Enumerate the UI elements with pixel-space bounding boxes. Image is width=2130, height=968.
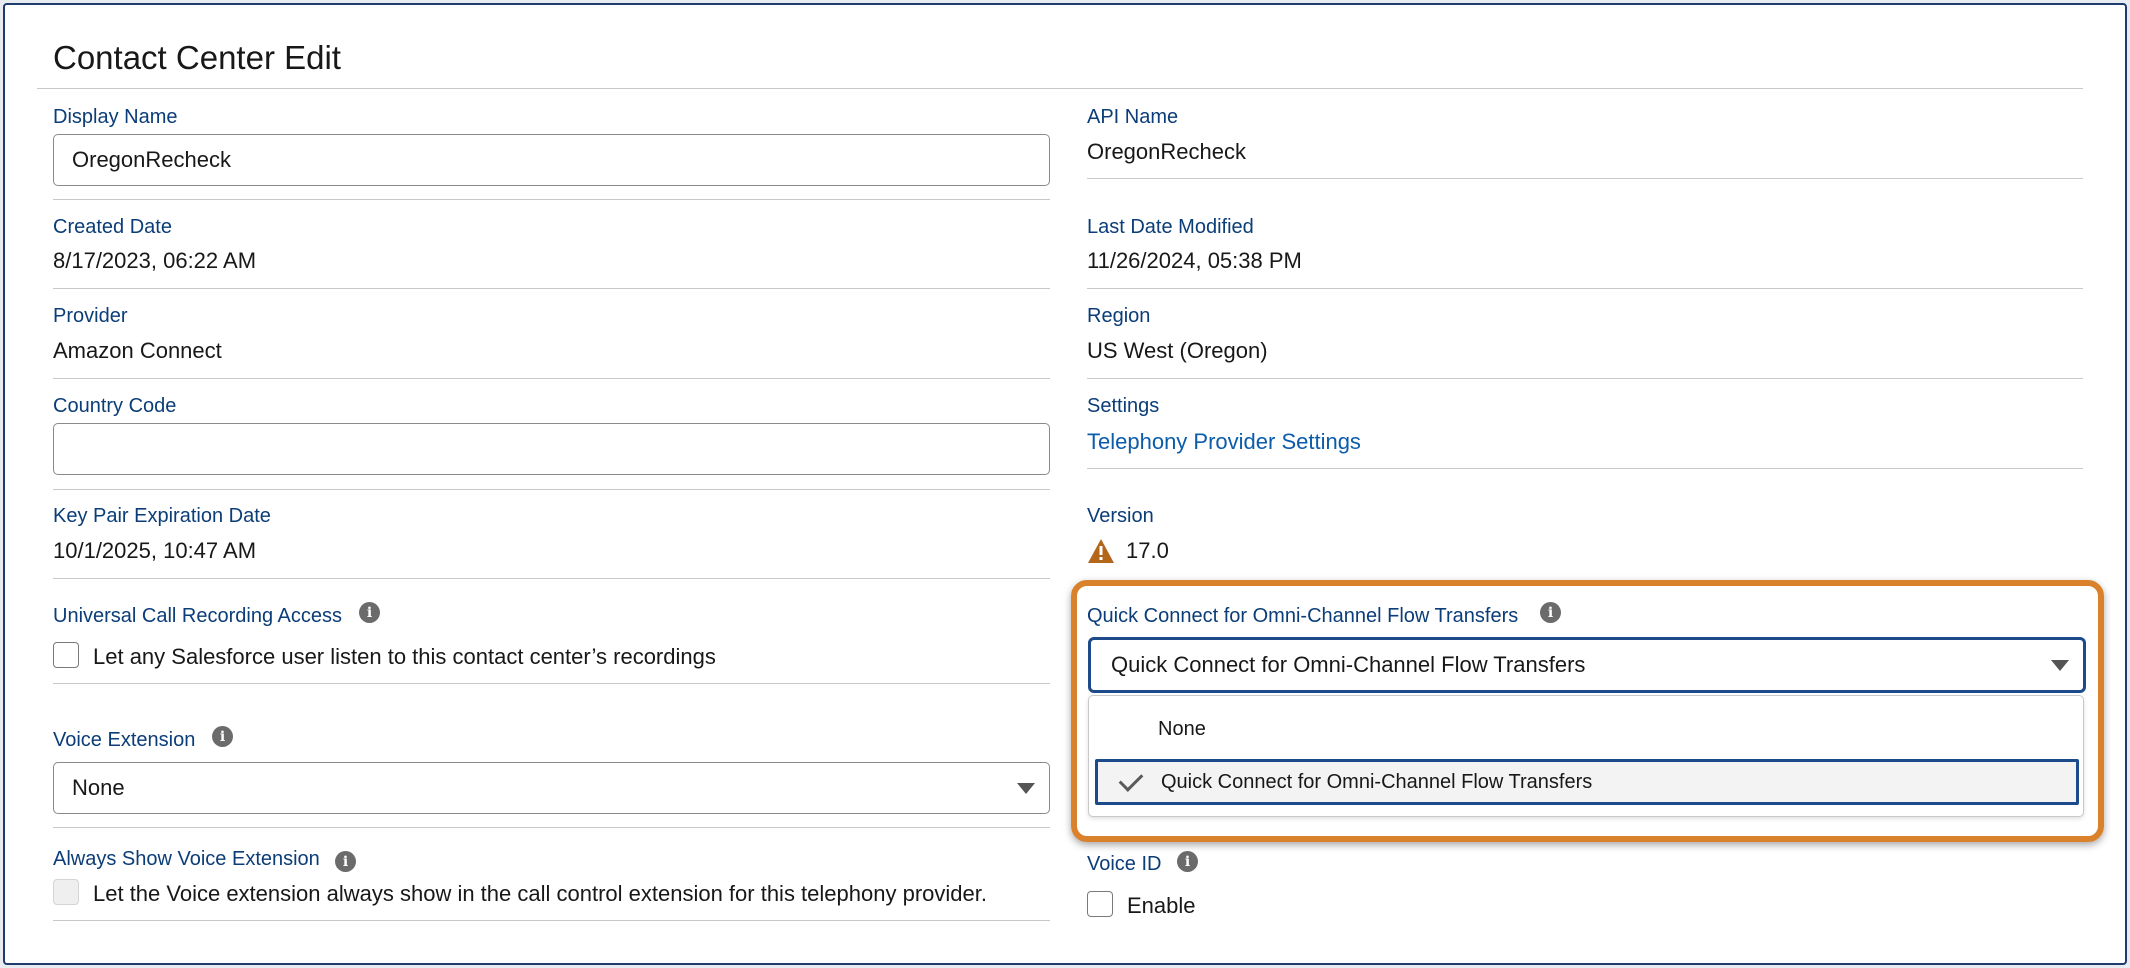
- voice-id-checkbox-label: Enable: [1127, 893, 1196, 918]
- warning-icon: [1088, 539, 1114, 563]
- voice-id-label: Voice ID: [1087, 853, 1162, 875]
- quick-connect-label: Quick Connect for Omni-Channel Flow Tran…: [1087, 605, 1519, 627]
- info-icon[interactable]: i: [359, 602, 380, 623]
- info-icon[interactable]: i: [212, 726, 233, 747]
- row-divider: [53, 378, 1050, 379]
- last-date-modified-label: Last Date Modified: [1087, 216, 1254, 238]
- info-icon[interactable]: i: [1540, 602, 1561, 623]
- check-icon: [1118, 767, 1144, 792]
- version-value: 17.0: [1126, 538, 1169, 563]
- display-name-label: Display Name: [53, 106, 178, 128]
- country-code-input[interactable]: [53, 423, 1050, 475]
- region-value: US West (Oregon): [1087, 338, 1268, 363]
- universal-call-recording-checkbox[interactable]: [53, 642, 79, 668]
- row-divider: [1087, 178, 2083, 179]
- row-divider: [1087, 468, 2083, 469]
- key-pair-expiration-value: 10/1/2025, 10:47 AM: [53, 538, 257, 563]
- row-divider: [53, 920, 1050, 921]
- row-divider: [53, 683, 1050, 684]
- quick-connect-selected-value: Quick Connect for Omni-Channel Flow Tran…: [1111, 652, 1586, 677]
- api-name-label: API Name: [1087, 106, 1179, 128]
- key-pair-expiration-label: Key Pair Expiration Date: [53, 505, 271, 527]
- row-divider: [1087, 288, 2083, 289]
- voice-id-checkbox[interactable]: [1087, 891, 1113, 917]
- provider-value: Amazon Connect: [53, 338, 222, 363]
- voice-extension-value: None: [72, 775, 125, 800]
- always-show-voice-extension-checkbox-label: Let the Voice extension always show in t…: [93, 881, 987, 906]
- row-divider: [53, 489, 1050, 490]
- chevron-down-icon: [1017, 783, 1035, 794]
- row-divider: [53, 199, 1050, 200]
- row-divider: [53, 827, 1050, 828]
- country-code-label: Country Code: [53, 395, 177, 417]
- chevron-down-icon: [2051, 660, 2069, 671]
- page-title: Contact Center Edit: [53, 39, 341, 76]
- settings-label: Settings: [1087, 395, 1160, 417]
- quick-connect-select[interactable]: Quick Connect for Omni-Channel Flow Tran…: [1088, 637, 2086, 693]
- info-icon[interactable]: i: [1177, 851, 1198, 872]
- universal-call-recording-checkbox-label: Let any Salesforce user listen to this c…: [93, 644, 716, 669]
- api-name-value: OregonRecheck: [1087, 139, 1246, 164]
- last-date-modified-value: 11/26/2024, 05:38 PM: [1087, 248, 1302, 273]
- provider-label: Provider: [53, 305, 128, 327]
- row-divider: [53, 288, 1050, 289]
- title-divider: [37, 88, 2083, 89]
- created-date-label: Created Date: [53, 216, 172, 238]
- display-name-input[interactable]: [53, 134, 1050, 186]
- row-divider: [53, 578, 1050, 579]
- telephony-provider-settings-link[interactable]: Telephony Provider Settings: [1087, 429, 1361, 455]
- created-date-value: 8/17/2023, 06:22 AM: [53, 248, 257, 273]
- version-label: Version: [1087, 505, 1154, 527]
- universal-call-recording-label: Universal Call Recording Access: [53, 605, 343, 627]
- edit-panel: Contact Center Edit Display Name Created…: [3, 3, 2127, 965]
- region-label: Region: [1087, 305, 1151, 327]
- voice-extension-label: Voice Extension: [53, 729, 196, 751]
- info-icon[interactable]: i: [335, 851, 356, 872]
- dropdown-option-quick-connect[interactable]: Quick Connect for Omni-Channel Flow Tran…: [1095, 759, 2079, 805]
- voice-extension-select[interactable]: None: [53, 762, 1050, 814]
- dropdown-option-none[interactable]: None: [1095, 706, 2079, 752]
- always-show-voice-extension-label: Always Show Voice Extension: [53, 848, 320, 870]
- row-divider: [1087, 378, 2083, 379]
- always-show-voice-extension-checkbox: [53, 879, 79, 905]
- quick-connect-dropdown: None Quick Connect for Omni-Channel Flow…: [1088, 695, 2084, 817]
